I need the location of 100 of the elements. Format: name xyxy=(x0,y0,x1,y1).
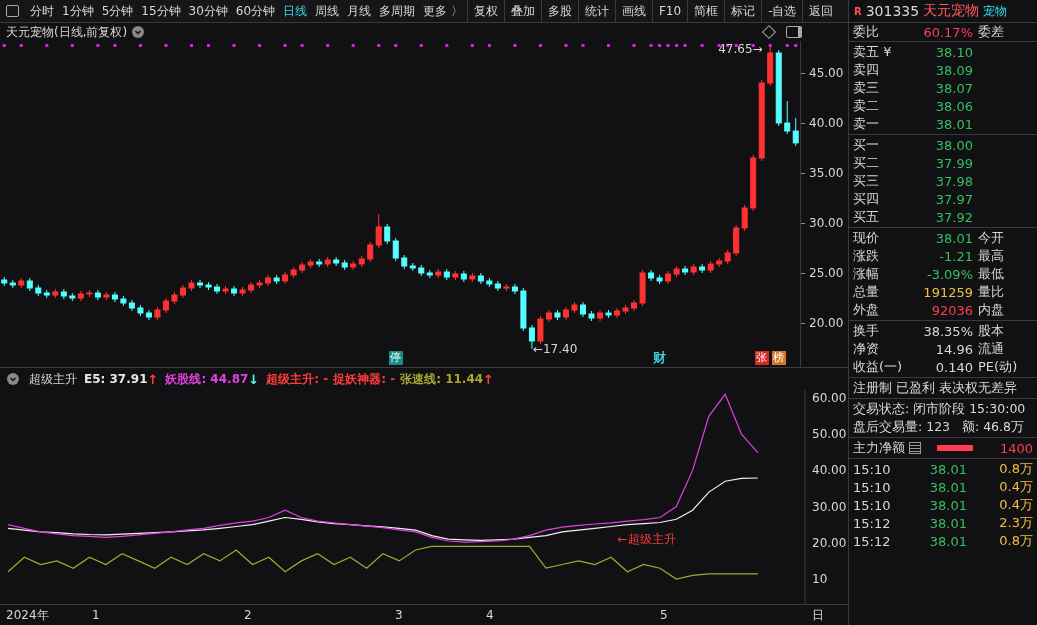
axis-label: 60.00 xyxy=(812,390,847,405)
bid-label: 买二 xyxy=(853,154,880,172)
axis-label: 25.00 xyxy=(809,266,844,280)
candlestick xyxy=(784,100,791,135)
stock-name: 天元宠物 xyxy=(923,2,980,20)
field-label: 股本 xyxy=(978,322,1004,340)
bid-price: 37.92 xyxy=(934,209,973,225)
field-label: PE(动) xyxy=(978,358,1018,376)
sector-tag[interactable]: 宠物 xyxy=(983,2,1008,20)
candlestick xyxy=(316,258,323,268)
bid-price: 37.98 xyxy=(934,173,973,189)
candlestick xyxy=(741,204,748,232)
period-tab[interactable]: 日线 xyxy=(279,2,312,20)
indicator-reading: 妖股线: 44.87 xyxy=(165,370,249,388)
axis-label: 50.00 xyxy=(812,427,847,442)
toolbar-button[interactable]: -自选 xyxy=(761,0,803,22)
field-label: 今开 xyxy=(978,229,1004,247)
panel-toggle-icon[interactable] xyxy=(6,5,19,17)
field-label: 内盘 xyxy=(978,301,1004,319)
axis-label: 40.00 xyxy=(812,463,847,478)
axis-label: 45.00 xyxy=(809,66,844,80)
axis-label: 20.00 xyxy=(809,316,844,330)
toolbar-button[interactable]: 标记 xyxy=(724,0,762,22)
period-label[interactable]: 日 xyxy=(812,608,824,622)
period-tab[interactable]: 30分钟 xyxy=(184,2,232,20)
axis-label: 5 xyxy=(660,608,668,622)
field-label: 流通 xyxy=(978,340,1004,358)
field-label: 总量 xyxy=(853,283,880,301)
period-tab[interactable]: 周线 xyxy=(311,2,344,20)
field-value: -1.21 xyxy=(938,248,973,264)
period-tab[interactable]: 15分钟 xyxy=(137,2,185,20)
trade-time: 15:12 xyxy=(853,533,892,549)
trade-price: 38.01 xyxy=(928,515,967,531)
bid-price: 38.00 xyxy=(934,137,973,153)
field-value: 92036 xyxy=(930,302,973,318)
trade-time: 15:10 xyxy=(853,461,892,477)
trade-time: 15:12 xyxy=(853,515,892,531)
period-tab[interactable]: 60分钟 xyxy=(231,2,280,20)
dropdown-icon[interactable] xyxy=(7,373,19,385)
period-tab[interactable]: 分时 xyxy=(26,2,58,20)
toolbar-button[interactable]: 叠加 xyxy=(503,0,541,22)
field-label: 最低 xyxy=(978,265,1004,283)
ask-price: 38.09 xyxy=(934,62,973,78)
field-value: -3.09% xyxy=(926,266,973,282)
trade-time: 15:10 xyxy=(853,479,892,495)
field-label: 委比 xyxy=(853,23,880,41)
toolbar-button[interactable]: F10 xyxy=(651,0,688,22)
axis-label: 20.00 xyxy=(812,535,847,550)
indicator-name: 超级主升 xyxy=(29,370,77,388)
candlestick xyxy=(384,223,391,245)
list-icon[interactable] xyxy=(909,442,921,454)
trend-arrow: ↓ xyxy=(248,371,260,387)
candlestick xyxy=(528,324,535,350)
high-price-label: 47.65→ xyxy=(718,42,763,56)
trade-volume: 0.8万 xyxy=(999,532,1033,550)
indicator-reading: E5: 37.91 xyxy=(84,372,148,386)
period-tab[interactable]: 多周期 xyxy=(375,2,420,20)
period-tab[interactable]: 更多 〉 xyxy=(419,2,467,20)
field-label: 涨跌 xyxy=(853,247,880,265)
field-value: 0.140 xyxy=(934,359,973,375)
event-marker[interactable]: 财 xyxy=(652,351,667,365)
trend-arrow: ↑ xyxy=(483,371,494,387)
trade-price: 38.01 xyxy=(928,497,967,513)
candlestick xyxy=(792,117,799,147)
signal-label: ←超级主升 xyxy=(617,532,676,546)
field-label: 收益(一) xyxy=(853,358,904,376)
trade-volume: 0.8万 xyxy=(999,460,1033,478)
indicator-reading: 捉妖神器: - xyxy=(333,370,396,388)
indicator-reading: 超级主升: - xyxy=(266,370,329,388)
period-tab[interactable]: 5分钟 xyxy=(97,2,138,20)
period-tab[interactable]: 月线 xyxy=(343,2,376,20)
toolbar-button[interactable]: 返回 xyxy=(802,0,840,22)
axis-label: 40.00 xyxy=(809,116,844,130)
toolbar-button[interactable]: 复权 xyxy=(466,0,504,22)
low-price-label: ←17.40 xyxy=(532,342,578,356)
field-value: 191259 xyxy=(922,284,973,300)
field-label: 换手 xyxy=(853,322,880,340)
chart-title: 天元宠物(日线,前复权) xyxy=(6,23,128,41)
event-marker[interactable]: 张 xyxy=(754,351,769,365)
event-marker[interactable]: 停 xyxy=(388,351,403,365)
trade-volume: 2.3万 xyxy=(999,514,1033,532)
panel-icon[interactable] xyxy=(786,26,802,38)
bid-price: 37.99 xyxy=(934,155,973,171)
stock-tags: 注册制 已盈利 表决权无差异 xyxy=(853,379,1017,397)
ask-label: 卖四 xyxy=(853,61,880,79)
ask-label: 卖一 xyxy=(853,115,880,133)
trade-price: 38.01 xyxy=(928,533,967,549)
period-tab[interactable]: 1分钟 xyxy=(58,2,98,20)
trading-status: 交易状态: 闭市阶段 15:30:00 xyxy=(853,400,1026,418)
toolbar-button[interactable]: 简框 xyxy=(687,0,725,22)
field-label: 委差 xyxy=(978,23,1004,41)
toolbar-button[interactable]: 画线 xyxy=(614,0,652,22)
trade-price: 38.01 xyxy=(928,479,967,495)
field-label: 主力净额 xyxy=(853,439,905,457)
dropdown-icon[interactable] xyxy=(132,26,145,38)
toolbar-button[interactable]: 统计 xyxy=(577,0,615,22)
field-label: 外盘 xyxy=(853,301,880,319)
trade-time: 15:10 xyxy=(853,497,892,513)
field-label: 涨幅 xyxy=(853,265,880,283)
toolbar-button[interactable]: 多股 xyxy=(540,0,578,22)
